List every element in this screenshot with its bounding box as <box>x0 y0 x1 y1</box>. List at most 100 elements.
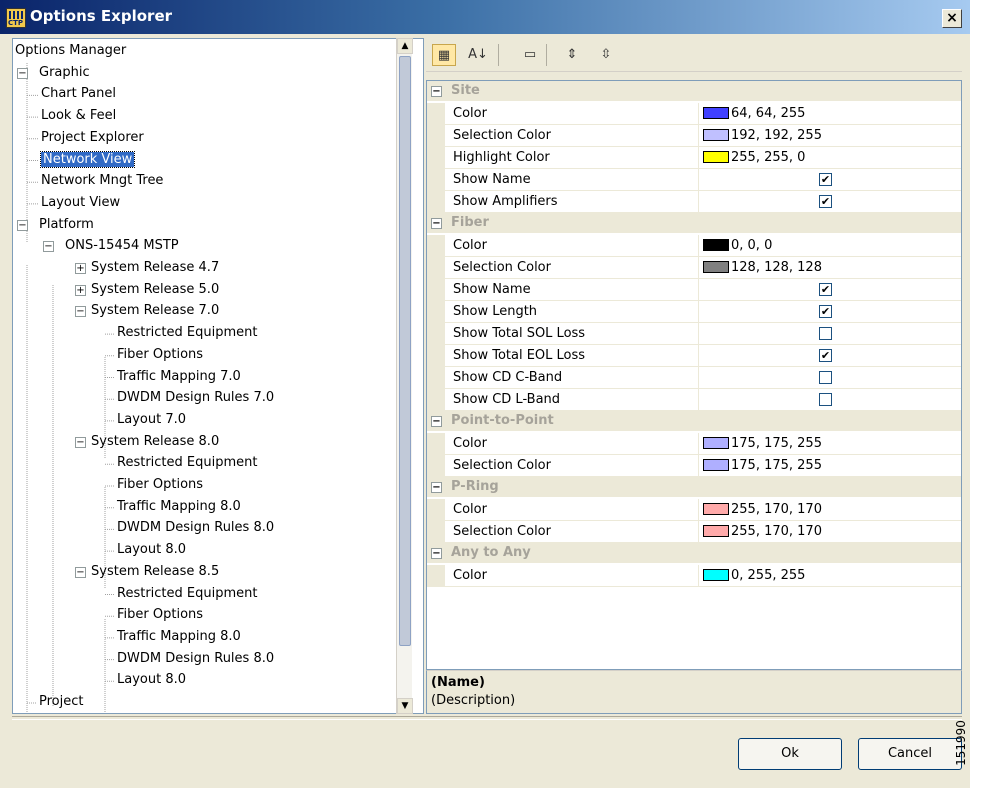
property-pages-icon[interactable]: ▭ <box>518 44 542 66</box>
expand-icon[interactable]: + <box>75 284 86 296</box>
property-value[interactable]: 192, 192, 255 <box>699 125 961 147</box>
property-value[interactable] <box>699 279 961 301</box>
category-row[interactable]: − Fiber <box>427 213 961 233</box>
property-row[interactable]: Color 175, 175, 255 <box>427 433 961 455</box>
tree-item[interactable]: Layout 8.0 <box>117 540 186 560</box>
tree-item[interactable]: Traffic Mapping 8.0 <box>117 627 241 647</box>
property-row[interactable]: Color 0, 255, 255 <box>427 565 961 587</box>
property-checkbox[interactable] <box>819 349 832 362</box>
tree-item[interactable]: Restricted Equipment <box>117 323 257 343</box>
property-row[interactable]: Show Length <box>427 301 961 323</box>
collapse-icon[interactable]: − <box>17 219 28 231</box>
property-value[interactable] <box>699 367 961 389</box>
property-value[interactable]: 128, 128, 128 <box>699 257 961 279</box>
tree-item[interactable]: Traffic Mapping 7.0 <box>117 367 241 387</box>
tree-item[interactable]: System Release 4.7 <box>91 258 219 278</box>
tree-item[interactable]: ONS-15454 MSTP <box>65 236 179 256</box>
property-row[interactable]: Selection Color 128, 128, 128 <box>427 257 961 279</box>
property-value[interactable] <box>699 323 961 345</box>
cancel-button[interactable]: Cancel <box>858 738 962 770</box>
collapse-icon[interactable]: − <box>75 306 86 318</box>
tree-item[interactable]: DWDM Design Rules 8.0 <box>117 518 274 538</box>
ok-button[interactable]: Ok <box>738 738 842 770</box>
tree-scrollbar[interactable]: ▲ ▼ <box>396 38 413 714</box>
tree-item[interactable]: DWDM Design Rules 7.0 <box>117 388 274 408</box>
title-bar[interactable]: CTP Options Explorer × <box>0 0 970 34</box>
property-row[interactable]: Show Name <box>427 169 961 191</box>
tree-item[interactable]: Options Manager <box>15 41 126 61</box>
collapse-icon[interactable]: − <box>431 86 442 97</box>
property-value[interactable]: 64, 64, 255 <box>699 103 961 125</box>
tree-item[interactable]: Graphic <box>39 63 90 83</box>
property-row[interactable]: Show Name <box>427 279 961 301</box>
close-button[interactable]: × <box>942 9 962 28</box>
tree-item[interactable]: Fiber Options <box>117 475 203 495</box>
expand-icon[interactable]: + <box>75 263 86 274</box>
tree-item[interactable]: Layout 8.0 <box>117 670 186 690</box>
category-row[interactable]: − P-Ring <box>427 477 961 497</box>
tree-item[interactable]: Layout View <box>41 193 120 213</box>
property-value[interactable]: 255, 170, 170 <box>699 499 961 521</box>
collapse-icon[interactable]: − <box>431 218 442 229</box>
collapse-icon[interactable]: − <box>75 436 86 448</box>
property-value[interactable] <box>699 389 961 411</box>
expand-all-icon[interactable]: ⇕ <box>560 44 584 66</box>
options-tree[interactable]: Options Manager Graphic − Chart Panel Look &… <box>12 38 424 714</box>
property-checkbox[interactable] <box>819 305 832 318</box>
tree-item[interactable]: DWDM Design Rules 8.0 <box>117 649 274 669</box>
property-grid[interactable]: − Site Color 64, 64, 255 Selection Color 192,… <box>426 80 962 670</box>
tree-item[interactable]: Platform <box>39 215 94 235</box>
tree-item[interactable]: System Release 5.0 <box>91 280 219 300</box>
property-value[interactable]: 255, 170, 170 <box>699 521 961 543</box>
category-row[interactable]: − Point-to-Point <box>427 411 961 431</box>
tree-item[interactable]: Traffic Mapping 8.0 <box>117 497 241 517</box>
property-value[interactable]: 175, 175, 255 <box>699 455 961 477</box>
scroll-thumb[interactable] <box>399 56 411 646</box>
categorized-icon[interactable]: ▦ <box>432 44 456 66</box>
tree-item[interactable]: Layout 7.0 <box>117 410 186 430</box>
collapse-icon[interactable]: − <box>431 416 442 427</box>
tree-item[interactable]: Network Mngt Tree <box>41 171 163 191</box>
category-row[interactable]: − Any to Any <box>427 543 961 563</box>
property-value[interactable] <box>699 169 961 191</box>
collapse-all-icon[interactable]: ⇳ <box>594 44 618 66</box>
collapse-icon[interactable]: − <box>17 67 28 79</box>
tree-item[interactable]: System Release 8.0 <box>91 432 219 452</box>
tree-item[interactable]: Restricted Equipment <box>117 453 257 473</box>
property-value[interactable]: 0, 255, 255 <box>699 565 961 587</box>
property-value[interactable] <box>699 301 961 323</box>
property-row[interactable]: Selection Color 192, 192, 255 <box>427 125 961 147</box>
property-row[interactable]: Color 0, 0, 0 <box>427 235 961 257</box>
property-value[interactable]: 0, 0, 0 <box>699 235 961 257</box>
collapse-icon[interactable]: − <box>75 566 86 578</box>
property-checkbox[interactable] <box>819 283 832 296</box>
scroll-up-icon[interactable]: ▲ <box>397 38 413 54</box>
tree-item[interactable]: Network View <box>39 150 136 170</box>
tree-item[interactable]: Chart Panel <box>41 84 116 104</box>
tree-item[interactable]: Look & Feel <box>41 106 116 126</box>
scroll-down-icon[interactable]: ▼ <box>397 698 413 714</box>
property-row[interactable]: Show CD C-Band <box>427 367 961 389</box>
property-value[interactable] <box>699 345 961 367</box>
tree-item[interactable]: Fiber Options <box>117 605 203 625</box>
property-checkbox[interactable] <box>819 173 832 186</box>
property-row[interactable]: Selection Color 255, 170, 170 <box>427 521 961 543</box>
property-row[interactable]: Show CD L-Band <box>427 389 961 411</box>
tree-item[interactable]: Project <box>39 692 83 712</box>
property-row[interactable]: Color 255, 170, 170 <box>427 499 961 521</box>
property-row[interactable]: Show Total EOL Loss <box>427 345 961 367</box>
property-value[interactable] <box>699 191 961 213</box>
tree-item[interactable]: System Release 7.0 <box>91 301 219 321</box>
tree-item[interactable]: System Release 8.5 <box>91 562 219 582</box>
property-checkbox[interactable] <box>819 393 832 406</box>
property-row[interactable]: Show Total SOL Loss <box>427 323 961 345</box>
collapse-icon[interactable]: − <box>43 241 54 253</box>
tree-item[interactable]: Fiber Options <box>117 345 203 365</box>
property-checkbox[interactable] <box>819 371 832 384</box>
property-row[interactable]: Selection Color 175, 175, 255 <box>427 455 961 477</box>
property-value[interactable]: 255, 255, 0 <box>699 147 961 169</box>
collapse-icon[interactable]: − <box>431 482 442 493</box>
property-row[interactable]: Highlight Color 255, 255, 0 <box>427 147 961 169</box>
property-checkbox[interactable] <box>819 327 832 340</box>
property-value[interactable]: 175, 175, 255 <box>699 433 961 455</box>
